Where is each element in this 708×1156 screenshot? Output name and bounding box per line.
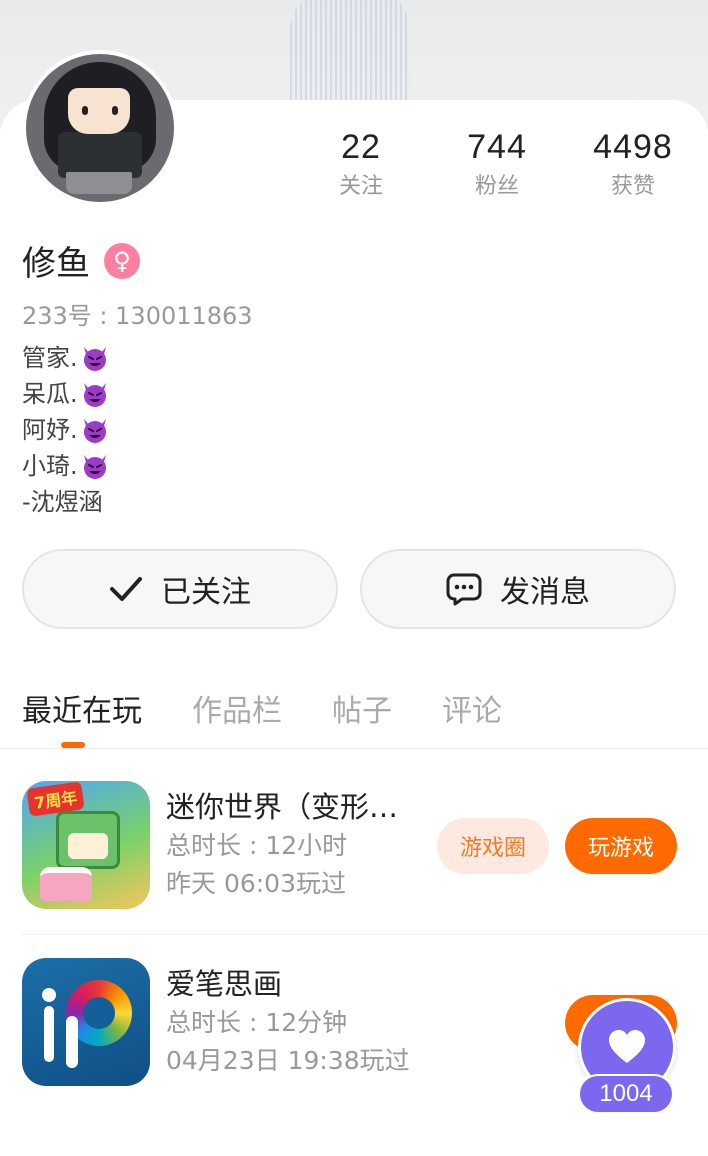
heart-icon	[609, 1030, 645, 1063]
user-id: 233号 : 130011863	[22, 302, 253, 330]
checkmark-icon	[110, 577, 142, 601]
game-list-item[interactable]: 7周年 迷你世界（变形金… 总时长 : 12小时 昨天 06:03玩过 游戏圈 …	[22, 781, 708, 911]
game-last-played: 昨天 06:03玩过	[166, 869, 346, 898]
female-symbol-icon: ♀	[104, 242, 140, 279]
stat-following[interactable]: 22 关注	[301, 128, 421, 200]
game-icon-mini-world[interactable]: 7周年	[22, 781, 150, 909]
game-play-duration: 总时长 : 12分钟	[166, 1008, 348, 1037]
following-button-label: 已关注	[161, 575, 251, 610]
smiling-devil-icon	[83, 347, 106, 371]
smiling-devil-icon	[83, 419, 106, 443]
following-button[interactable]: 已关注	[22, 549, 338, 629]
profile-tabs: 最近在玩 作品栏 帖子 评论	[22, 686, 552, 730]
game-info: 爱笔思画 总时长 : 12分钟 04月23日 19:38玩过	[166, 964, 410, 1080]
tab-works[interactable]: 作品栏	[192, 686, 282, 730]
game-title: 迷你世界（变形金…	[166, 790, 406, 824]
smiling-devil-icon	[83, 383, 106, 407]
bio-line: -沈煜涵	[22, 488, 103, 516]
name-row: 修鱼 ♀	[22, 236, 140, 285]
stat-likes[interactable]: 4498 获赞	[573, 128, 693, 200]
smiling-devil-icon	[83, 455, 106, 479]
send-message-button[interactable]: 发消息	[360, 549, 676, 629]
cover-figure	[290, 0, 410, 110]
game-last-played: 04月23日 19:38玩过	[166, 1046, 410, 1075]
avatar[interactable]	[22, 50, 178, 206]
following-count: 22	[341, 128, 381, 166]
bio-line: 呆瓜.	[22, 376, 110, 412]
user-name: 修鱼	[22, 244, 90, 284]
like-count-badge: 1004	[578, 1074, 674, 1114]
likes-label: 获赞	[610, 174, 655, 199]
play-game-button[interactable]: 玩游戏	[565, 818, 677, 874]
game-title: 爱笔思画	[166, 967, 283, 1001]
list-divider	[22, 934, 708, 935]
tab-comments[interactable]: 评论	[442, 686, 502, 730]
game-play-duration: 总时长 : 12小时	[166, 831, 348, 860]
tab-posts[interactable]: 帖子	[332, 686, 392, 730]
bio-line: 阿妤.	[22, 412, 110, 448]
following-label: 关注	[338, 174, 383, 199]
user-bio: 管家. 呆瓜. 阿妤. 小琦. -沈煜涵	[22, 340, 110, 520]
chat-bubble-icon	[446, 573, 482, 606]
bio-line: 管家.	[22, 340, 110, 376]
tab-recently-played[interactable]: 最近在玩	[22, 686, 142, 730]
game-circle-button[interactable]: 游戏圈	[437, 818, 549, 874]
send-message-label: 发消息	[500, 575, 590, 610]
likes-count: 4498	[593, 128, 673, 166]
stat-fans[interactable]: 744 粉丝	[437, 128, 557, 200]
game-info: 迷你世界（变形金… 总时长 : 12小时 昨天 06:03玩过	[166, 787, 406, 903]
game-icon-ibis-paint[interactable]	[22, 958, 150, 1086]
tabs-divider	[0, 748, 708, 749]
avatar-image	[26, 54, 174, 202]
fans-count: 744	[467, 128, 527, 166]
bio-line: 小琦.	[22, 448, 110, 484]
fans-label: 粉丝	[474, 174, 519, 199]
